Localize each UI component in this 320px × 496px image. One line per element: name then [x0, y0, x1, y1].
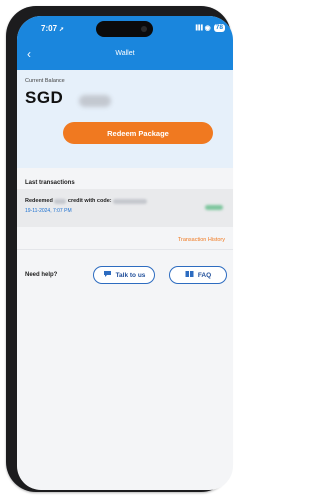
- wifi-icon: ◉: [204, 25, 211, 32]
- status-icons: ▐▐▐ ◉ 78: [194, 24, 225, 32]
- transaction-amount-redacted: [205, 205, 223, 210]
- status-time: 7:07 ➚: [41, 24, 64, 33]
- balance-card: Current Balance SGD: [17, 70, 233, 168]
- app-screen: 7:07 ➚ ▐▐▐ ◉ 78 ‹ Wallet Current Balance …: [17, 16, 233, 490]
- help-row: Need help? Talk to us FAQ: [17, 266, 233, 286]
- status-time-text: 7:07: [41, 24, 58, 33]
- talk-to-us-button[interactable]: Talk to us: [93, 266, 155, 284]
- balance-currency: SGD: [25, 88, 64, 107]
- balance-label: Current Balance: [25, 78, 65, 84]
- need-help-label: Need help?: [25, 272, 58, 278]
- redeem-package-button[interactable]: Redeem Package: [63, 122, 213, 144]
- camera-dot: [141, 26, 147, 32]
- chat-icon: [103, 270, 112, 280]
- redacted-credit: [54, 198, 67, 204]
- redacted-code: [113, 198, 148, 204]
- transaction-prefix: Redeemed: [25, 198, 53, 204]
- phone-frame: 7:07 ➚ ▐▐▐ ◉ 78 ‹ Wallet Current Balance …: [6, 6, 233, 492]
- signal-icon: ▐▐▐: [194, 25, 203, 31]
- battery-icon: 78: [213, 24, 225, 32]
- faq-label: FAQ: [197, 271, 212, 279]
- balance-amount-redacted: [79, 95, 111, 107]
- talk-to-us-label: Talk to us: [115, 271, 146, 279]
- transactions-title: Last transactions: [25, 180, 75, 186]
- transaction-history-link[interactable]: Transaction History: [178, 237, 225, 243]
- location-arrow-icon: ➚: [59, 27, 65, 33]
- divider: [17, 249, 233, 250]
- app-header: 7:07 ➚ ▐▐▐ ◉ 78 ‹ Wallet: [17, 16, 233, 70]
- transaction-middle: credit with code:: [67, 198, 112, 204]
- page-title: Wallet: [115, 50, 135, 57]
- transaction-description: Redeemed credit with code:: [25, 198, 148, 204]
- book-icon: [185, 270, 194, 280]
- dynamic-island: [96, 21, 153, 37]
- transaction-row[interactable]: Redeemed credit with code: 19-11-2024, 7…: [17, 189, 233, 227]
- transaction-date: 19-11-2024, 7:07 PM: [25, 208, 72, 214]
- faq-button[interactable]: FAQ: [169, 266, 227, 284]
